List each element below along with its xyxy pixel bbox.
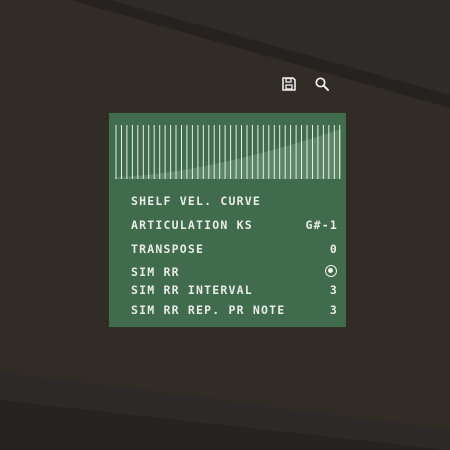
search-button[interactable] bbox=[312, 74, 332, 94]
magnifier-icon bbox=[315, 77, 329, 91]
save-button[interactable] bbox=[279, 74, 299, 94]
transpose-label: TRANSPOSE bbox=[131, 242, 205, 256]
sim-rr-label: SIM RR bbox=[131, 265, 180, 279]
sim-rr-interval-value[interactable]: 3 bbox=[330, 282, 338, 298]
articulation-ks-label: ARTICULATION KS bbox=[131, 218, 253, 232]
transpose-value[interactable]: 0 bbox=[330, 241, 338, 257]
floppy-disk-icon bbox=[282, 77, 296, 91]
articulation-ks-value[interactable]: G#-1 bbox=[306, 217, 339, 233]
top-toolbar bbox=[279, 74, 339, 96]
sim-rr-row[interactable]: SIM RR bbox=[131, 264, 340, 280]
shelf-vel-curve-title[interactable]: SHELF VEL. CURVE bbox=[131, 193, 340, 209]
sim-rr-rep-pr-note-label: SIM RR REP. PR NOTE bbox=[131, 303, 286, 317]
transpose-row[interactable]: TRANSPOSE 0 bbox=[131, 241, 340, 257]
sim-rr-rep-pr-note-value[interactable]: 3 bbox=[330, 302, 338, 318]
shelf-settings-panel: SHELF VEL. CURVE ARTICULATION KS G#-1 TR… bbox=[109, 113, 346, 327]
sim-rr-rep-pr-note-row[interactable]: SIM RR REP. PR NOTE 3 bbox=[131, 302, 340, 318]
articulation-ks-row[interactable]: ARTICULATION KS G#-1 bbox=[131, 217, 340, 233]
shelf-vel-curve-label: SHELF VEL. CURVE bbox=[131, 194, 261, 208]
velocity-curve-display[interactable] bbox=[115, 125, 341, 179]
sim-rr-interval-row[interactable]: SIM RR INTERVAL 3 bbox=[131, 282, 340, 298]
sim-rr-toggle[interactable] bbox=[325, 265, 337, 277]
sim-rr-interval-label: SIM RR INTERVAL bbox=[131, 283, 253, 297]
